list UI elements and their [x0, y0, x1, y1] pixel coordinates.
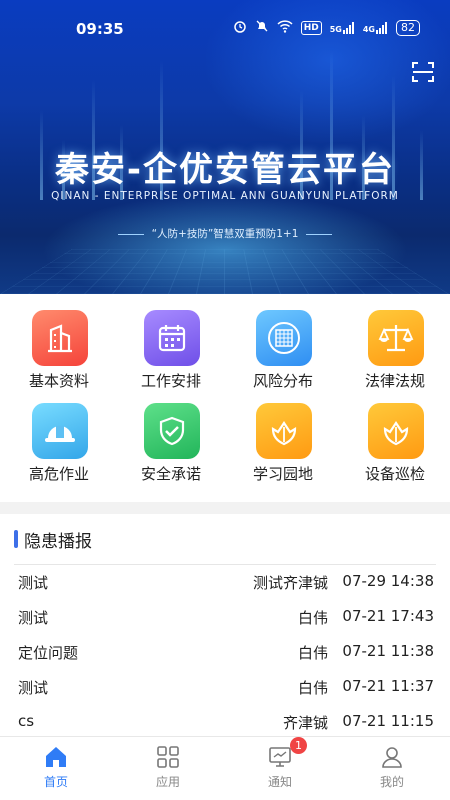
alarm-icon — [233, 19, 247, 36]
news-title: 定位问题 — [18, 644, 79, 662]
wifi-icon — [277, 19, 293, 36]
news-person: 白伟 — [297, 644, 328, 662]
news-row[interactable]: cs 齐津铖 07-21 11:15 — [0, 704, 450, 739]
news-title: 测试 — [18, 679, 49, 697]
menu-label: 设备巡检 — [364, 465, 425, 483]
scales-icon — [368, 310, 424, 366]
helmet-icon — [32, 403, 88, 459]
news-title: 测试 — [18, 574, 49, 592]
tab-home[interactable]: 首页 — [0, 737, 112, 800]
menu-item-basic-info[interactable]: 基本资料 — [0, 294, 112, 390]
tab-profile[interactable]: 我的 — [336, 737, 448, 800]
status-time: 09:35 — [76, 20, 124, 38]
news-row[interactable]: 测试 白伟 07-21 17:43 — [0, 599, 450, 634]
news-time: 07-29 14:38 — [342, 572, 434, 590]
hero-slogan: “人防+技防”智慧双重预防1+1 — [0, 226, 450, 241]
news-time: 07-21 17:43 — [342, 607, 434, 625]
hero-banner: 09:35 HD 5G 4G 82 秦安-企优安管云平台 QINAN - ENT… — [0, 0, 450, 294]
news-time: 07-21 11:38 — [342, 642, 434, 660]
news-row[interactable]: 定位问题 白伟 07-21 11:38 — [0, 634, 450, 669]
tab-label: 通知 — [267, 775, 292, 789]
news-row[interactable]: 测试 测试齐津铖 07-29 14:38 — [0, 564, 450, 599]
building-icon — [32, 310, 88, 366]
bottom-tab-bar: 首页 应用 1 通知 我的 — [0, 736, 450, 800]
menu-item-work-schedule[interactable]: 工作安排 — [112, 294, 224, 390]
notification-badge: 1 — [290, 737, 307, 754]
hero-decor-grid — [0, 249, 450, 294]
tab-label: 应用 — [155, 775, 180, 789]
status-bar: 09:35 HD 5G 4G 82 — [0, 0, 450, 56]
news-row[interactable]: 测试 白伟 07-21 11:37 — [0, 669, 450, 704]
status-icons: HD 5G 4G 82 — [233, 19, 420, 36]
hazard-broadcast-panel: 隐患播报 测试 测试齐津铖 07-29 14:38 测试 白伟 07-21 17… — [0, 514, 450, 736]
menu-label: 安全承诺 — [140, 465, 201, 483]
flower-shield-icon — [368, 403, 424, 459]
tab-label: 首页 — [43, 775, 68, 789]
news-person: 测试齐津铖 — [252, 574, 328, 592]
news-person: 白伟 — [297, 679, 328, 697]
calendar-icon — [144, 310, 200, 366]
menu-item-laws[interactable]: 法律法规 — [336, 294, 448, 390]
menu-label: 学习园地 — [252, 465, 313, 483]
news-person: 齐津铖 — [282, 714, 328, 732]
hero-subtitle: QINAN - ENTERPRISE OPTIMAL ANN GUANYUN P… — [51, 190, 399, 202]
news-person: 白伟 — [297, 609, 328, 627]
monitor-icon — [268, 745, 292, 769]
shield-check-icon — [144, 403, 200, 459]
menu-grid: 基本资料 工作安排 风险分布 法律法规 高危作业 安全承诺 学习园地 设备巡检 — [0, 294, 450, 502]
scan-icon[interactable] — [411, 60, 435, 84]
hero-title: 秦安-企优安管云平台 — [54, 150, 396, 190]
tab-apps[interactable]: 应用 — [112, 737, 224, 800]
news-time: 07-21 11:37 — [342, 677, 434, 695]
news-title: cs — [18, 712, 35, 730]
hd-badge: HD — [300, 20, 322, 35]
news-title: 测试 — [18, 609, 49, 627]
menu-label: 高危作业 — [28, 465, 89, 483]
flower-shield-icon — [256, 403, 312, 459]
apps-grid-icon — [156, 745, 180, 769]
mute-icon — [255, 19, 269, 36]
section-header: 隐患播报 — [14, 528, 92, 552]
user-icon — [380, 745, 404, 769]
news-time: 07-21 11:15 — [342, 712, 434, 730]
menu-item-risk-map[interactable]: 风险分布 — [224, 294, 336, 390]
menu-item-equipment-patrol[interactable]: 设备巡检 — [336, 387, 448, 483]
tab-notifications[interactable]: 1 通知 — [224, 737, 336, 800]
tab-label: 我的 — [379, 775, 404, 789]
home-icon — [44, 745, 68, 769]
menu-item-safety-pledge[interactable]: 安全承诺 — [112, 387, 224, 483]
signal-5g: 5G — [330, 21, 355, 34]
signal-4g: 4G — [363, 21, 388, 34]
menu-item-high-risk-work[interactable]: 高危作业 — [0, 387, 112, 483]
section-accent-bar — [14, 530, 18, 548]
grid-globe-icon — [256, 310, 312, 366]
battery-indicator: 82 — [396, 19, 420, 36]
menu-item-learning[interactable]: 学习园地 — [224, 387, 336, 483]
section-title: 隐患播报 — [24, 531, 92, 552]
